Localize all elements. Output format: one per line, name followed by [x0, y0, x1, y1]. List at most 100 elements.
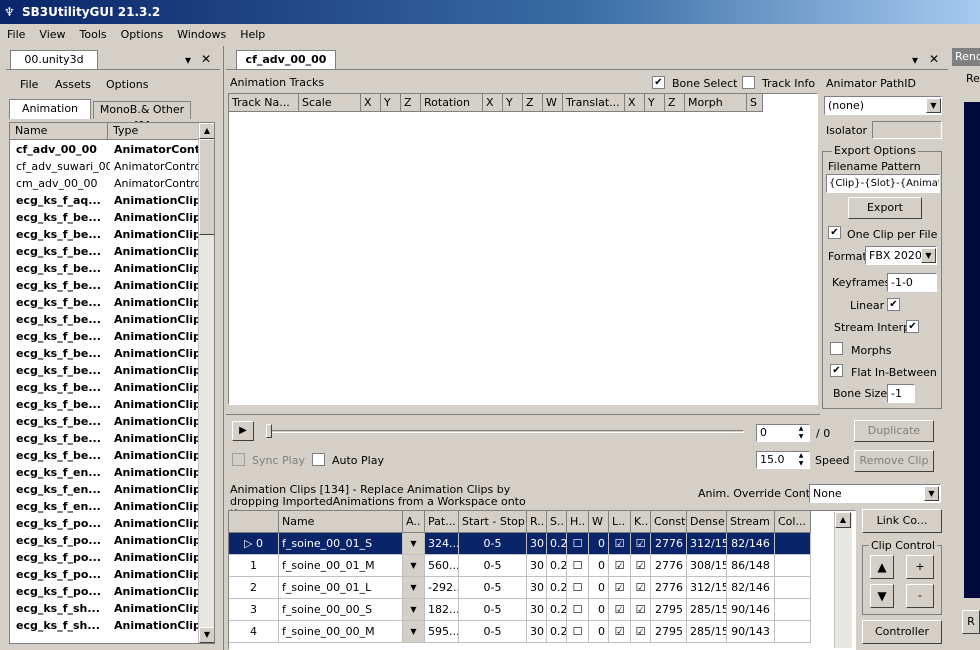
clip-h-checkbox[interactable]: ☐ [567, 555, 589, 577]
clip-anim-dropdown[interactable]: ▼ [403, 599, 425, 621]
track-col-header[interactable]: Z [523, 94, 543, 112]
link-controller-button[interactable]: Link Co... [862, 509, 942, 533]
clip-anim-dropdown[interactable]: ▼ [403, 555, 425, 577]
list-item[interactable]: ecg_ks_f_po... AnimationClip [10, 549, 200, 566]
bone-size-input[interactable]: -1 [887, 384, 915, 403]
track-col-header[interactable]: Translat... [563, 94, 625, 112]
list-item[interactable]: ecg_ks_f_be... AnimationClip [10, 362, 200, 379]
clip-col-header[interactable]: W [589, 511, 609, 533]
track-col-header[interactable]: Track Na... [229, 94, 299, 112]
clip-k-checkbox[interactable]: ☑ [631, 533, 651, 555]
menu-windows[interactable]: Windows [170, 24, 233, 46]
list-item[interactable]: ecg_ks_f_en... AnimationClip [10, 464, 200, 481]
list-item[interactable]: ecg_ks_f_po... AnimationClip [10, 515, 200, 532]
clip-col-header[interactable]: Dense [687, 511, 727, 533]
controller-button[interactable]: Controller [862, 620, 942, 644]
col-header-name[interactable]: Name [10, 123, 108, 140]
col-header-type[interactable]: Type [108, 123, 200, 140]
track-col-header[interactable]: X [625, 94, 645, 112]
track-col-header[interactable]: S [747, 94, 763, 112]
menu-file[interactable]: File [0, 24, 32, 46]
render-tab[interactable]: Rend [952, 48, 980, 66]
tab-cf-adv[interactable]: cf_adv_00_00 [236, 50, 336, 70]
list-item[interactable]: ecg_ks_f_en... AnimationClip [10, 481, 200, 498]
track-col-header[interactable]: W [543, 94, 563, 112]
list-item[interactable]: ecg_ks_f_be... AnimationClip [10, 311, 200, 328]
clip-col-header[interactable]: Start - Stop [459, 511, 527, 533]
clip-col-header[interactable]: Stream [727, 511, 775, 533]
clip-k-checkbox[interactable]: ☑ [631, 577, 651, 599]
timeline-handle[interactable] [266, 424, 272, 438]
list-scrollbar[interactable]: ▲ ▼ [198, 123, 214, 643]
clip-anim-dropdown[interactable]: ▼ [403, 577, 425, 599]
list-item[interactable]: cm_adv_00_00 AnimatorController [10, 175, 200, 192]
clip-col-header[interactable]: H.. [567, 511, 589, 533]
menu-view[interactable]: View [32, 24, 72, 46]
clip-h-checkbox[interactable]: ☐ [567, 621, 589, 643]
track-col-header[interactable]: Rotation [421, 94, 483, 112]
bone-select-checkbox[interactable]: ✔ [652, 76, 665, 89]
list-item[interactable]: ecg_ks_f_be... AnimationClip [10, 328, 200, 345]
play-button[interactable]: ▶ [232, 421, 254, 441]
clip-l-checkbox[interactable]: ☑ [609, 577, 631, 599]
clip-row[interactable]: 2f_soine_00_01_L▼-292...0-5300.2☐0☑☑2776… [229, 577, 855, 599]
clip-l-checkbox[interactable]: ☑ [609, 621, 631, 643]
export-button[interactable]: Export [848, 197, 922, 219]
list-item[interactable]: ecg_ks_f_be... AnimationClip [10, 379, 200, 396]
clip-anim-dropdown[interactable]: ▼ [403, 621, 425, 643]
list-item[interactable]: ecg_ks_f_en... AnimationClip [10, 498, 200, 515]
speed-spinner-icon[interactable]: ▲ ▼ [794, 452, 808, 468]
clip-row[interactable]: 4 f_soine_00_00_M ▼ 595... 0-5 30 0.2 ☐ 0 ☑ ☑ 2795 2… [229, 621, 855, 643]
list-item[interactable]: ecg_ks_f_be... AnimationClip [10, 277, 200, 294]
timeline-track[interactable] [266, 430, 744, 433]
list-item[interactable]: ecg_ks_f_sh... AnimationClip [10, 600, 200, 617]
list-item[interactable]: ecg_ks_f_po... AnimationClip [10, 566, 200, 583]
track-col-header[interactable]: X [483, 94, 503, 112]
render-button[interactable]: R [962, 610, 980, 634]
clip-row[interactable]: 3 f_soine_00_00_S ▼ 182... 0-5 30 0.2 ☐ 0 ☑ ☑ 2795 2… [229, 599, 855, 621]
scroll-up-icon[interactable]: ▲ [199, 123, 214, 139]
clip-l-checkbox[interactable]: ☑ [609, 599, 631, 621]
clip-col-header[interactable]: Name [279, 511, 403, 533]
left-menu-assets[interactable]: Assets [55, 77, 91, 93]
clip-k-checkbox[interactable]: ☑ [631, 599, 651, 621]
stream-interp-checkbox[interactable]: ✔ [906, 320, 919, 333]
track-col-header[interactable]: X [361, 94, 381, 112]
clip-col-header[interactable]: Col... [775, 511, 811, 533]
clip-row[interactable]: 1 f_soine_00_01_M ▼ 560... 0-5 30 0.2 ☐ 0 ☑ ☑ 2776 3… [229, 555, 855, 577]
list-item[interactable]: ecg_ks_f_be... AnimationClip [10, 294, 200, 311]
track-col-header[interactable]: Z [401, 94, 421, 112]
add-clip-button[interactable]: + [906, 555, 934, 579]
track-info-checkbox[interactable] [742, 76, 755, 89]
track-col-header[interactable]: Y [645, 94, 665, 112]
pathid-select[interactable]: (none) [824, 96, 942, 115]
list-item[interactable]: ecg_ks_f_be... AnimationClip [10, 226, 200, 243]
sync-play-checkbox[interactable] [232, 453, 245, 466]
render-viewport[interactable] [964, 102, 980, 598]
list-item[interactable]: ecg_ks_f_po... AnimationClip [10, 532, 200, 549]
list-item[interactable]: cf_adv_00_00 AnimatorContro [10, 141, 200, 158]
tab-animation[interactable]: Animation [149] [9, 99, 91, 133]
left-menu-options[interactable]: Options [106, 77, 148, 93]
close-icon[interactable]: ✕ [201, 52, 211, 66]
left-menu-file[interactable]: File [20, 77, 38, 93]
flat-inbetween-checkbox[interactable]: ✔ [830, 364, 843, 377]
clip-h-checkbox[interactable]: ☐ [567, 577, 589, 599]
track-col-header[interactable]: Y [503, 94, 523, 112]
clip-col-header[interactable]: A.. [403, 511, 425, 533]
clip-col-header[interactable]: Const [651, 511, 687, 533]
filename-pattern-input[interactable]: {Clip}-{Slot}-{Animator} [826, 174, 940, 193]
remove-clip-small-button[interactable]: - [906, 584, 934, 608]
clip-h-checkbox[interactable]: ☐ [567, 599, 589, 621]
list-item[interactable]: ecg_ks_f_be... AnimationClip [10, 447, 200, 464]
list-item[interactable]: ecg_ks_f_be... AnimationClip [10, 396, 200, 413]
clip-col-header[interactable]: Pat... [425, 511, 459, 533]
auto-play-checkbox[interactable] [312, 453, 325, 466]
menu-options[interactable]: Options [114, 24, 170, 46]
list-item[interactable]: ecg_ks_f_be... AnimationClip [10, 260, 200, 277]
track-col-header[interactable]: Y [381, 94, 401, 112]
chevron-down-icon[interactable]: ▾ [185, 53, 191, 67]
menu-tools[interactable]: Tools [73, 24, 114, 46]
list-item[interactable]: ecg_ks_f_be... AnimationClip [10, 243, 200, 260]
track-col-header[interactable]: Morph [685, 94, 747, 112]
